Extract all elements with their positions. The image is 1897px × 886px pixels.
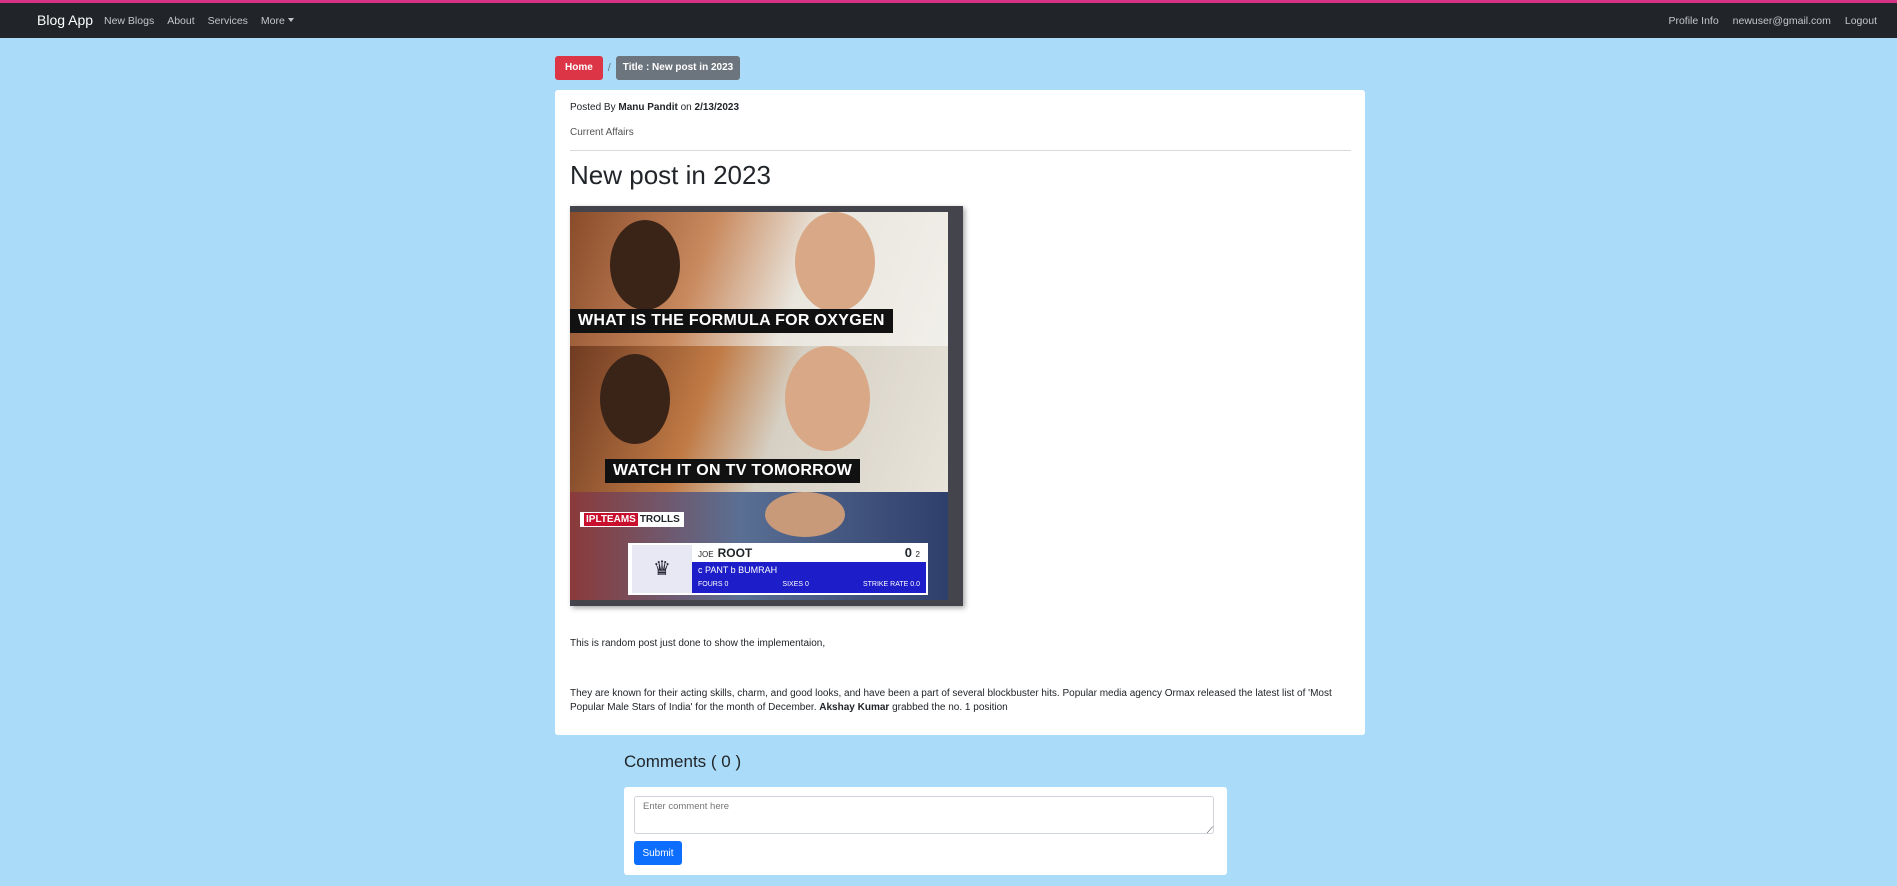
post-paragraph-2: They are known for their acting skills, … xyxy=(570,687,1350,715)
nav-left: New Blogs About Services More xyxy=(104,15,294,27)
nav-logout[interactable]: Logout xyxy=(1845,15,1877,27)
caret-down-icon xyxy=(287,18,294,22)
watermark-red: IPLTEAMS xyxy=(584,513,638,526)
watermark-black: TROLLS xyxy=(639,514,680,525)
nav-more-dropdown[interactable]: More xyxy=(261,15,294,27)
post-meta: Posted By Manu Pandit on 2/13/2023 xyxy=(570,102,739,113)
breadcrumb-separator: / xyxy=(607,62,611,74)
nav-more-label: More xyxy=(260,15,285,27)
navbar: Blog App New Blogs About Services More P… xyxy=(0,3,1897,38)
person-figure xyxy=(795,212,875,312)
nav-services[interactable]: Services xyxy=(208,15,248,27)
scorecard-runs: 0 xyxy=(904,545,912,560)
nav-user-email[interactable]: newuser@gmail.com xyxy=(1733,15,1831,27)
post-author: Manu Pandit xyxy=(618,102,678,113)
nav-profile-info[interactable]: Profile Info xyxy=(1668,15,1718,27)
scorecard-stats: FOURS 0 SIXES 0 STRIKE RATE 0.0 xyxy=(698,581,920,588)
resize-handle-icon[interactable]: ⟋ xyxy=(1207,825,1213,836)
person-figure xyxy=(765,492,845,537)
nav-new-blogs[interactable]: New Blogs xyxy=(104,15,154,27)
paragraph-bold: Akshay Kumar xyxy=(819,702,890,713)
meme-caption-top: WHAT IS THE FORMULA FOR OXYGEN xyxy=(570,309,893,333)
breadcrumb: Home / Title : New post in 2023 xyxy=(555,56,741,80)
nav-about[interactable]: About xyxy=(167,15,194,27)
post-title: New post in 2023 xyxy=(570,160,771,190)
meme-caption-middle: WATCH IT ON TV TOMORROW xyxy=(605,459,861,483)
scorecard-fours: FOURS 0 xyxy=(698,581,729,588)
scorecard-first-name: JOE xyxy=(698,550,714,559)
brand-link[interactable]: Blog App xyxy=(37,12,93,28)
posted-by-label: Posted By xyxy=(570,102,616,113)
person-figure xyxy=(600,354,670,444)
scorecard-balls: 2 xyxy=(915,550,920,559)
post-date: 2/13/2023 xyxy=(694,102,740,113)
person-figure xyxy=(610,220,680,310)
scorecard: ♛ JOE ROOT 0 2 c PANT b BUMRAH FOURS 0 SI… xyxy=(628,543,928,595)
scorecard-score: 0 2 xyxy=(905,545,920,560)
post-image: WHAT IS THE FORMULA FOR OXYGEN WATCH IT … xyxy=(570,206,963,606)
breadcrumb-home-button[interactable]: Home xyxy=(555,56,603,80)
comment-input[interactable] xyxy=(634,796,1214,834)
watermark: IPLTEAMS TROLLS xyxy=(580,512,684,527)
paragraph-text-end: grabbed the no. 1 position xyxy=(889,702,1008,713)
scorecard-strike-rate: STRIKE RATE 0.0 xyxy=(862,581,920,588)
scorecard-name: JOE ROOT xyxy=(698,546,752,560)
scorecard-dismissal: c PANT b BUMRAH xyxy=(698,565,778,575)
person-figure xyxy=(785,346,870,451)
nav-right: Profile Info newuser@gmail.com Logout xyxy=(1668,15,1877,27)
crest-icon: ♛ xyxy=(632,545,692,593)
submit-button[interactable]: Submit xyxy=(634,841,682,865)
on-label: on xyxy=(680,102,692,113)
scorecard-last-name: ROOT xyxy=(717,546,753,560)
comments-heading: Comments ( 0 ) xyxy=(624,752,742,771)
post-category: Current Affairs xyxy=(570,127,634,138)
scorecard-sixes: SIXES 0 xyxy=(782,581,809,588)
post-card: Posted By Manu Pandit on 2/13/2023 Curre… xyxy=(555,90,1365,735)
scorecard-bar: c PANT b BUMRAH FOURS 0 SIXES 0 STRIKE R… xyxy=(692,562,926,593)
post-paragraph-1: This is random post just done to show th… xyxy=(570,638,826,649)
comment-form: ⟋ Submit xyxy=(624,787,1227,875)
divider xyxy=(570,150,1351,151)
breadcrumb-current: Title : New post in 2023 xyxy=(615,56,741,80)
